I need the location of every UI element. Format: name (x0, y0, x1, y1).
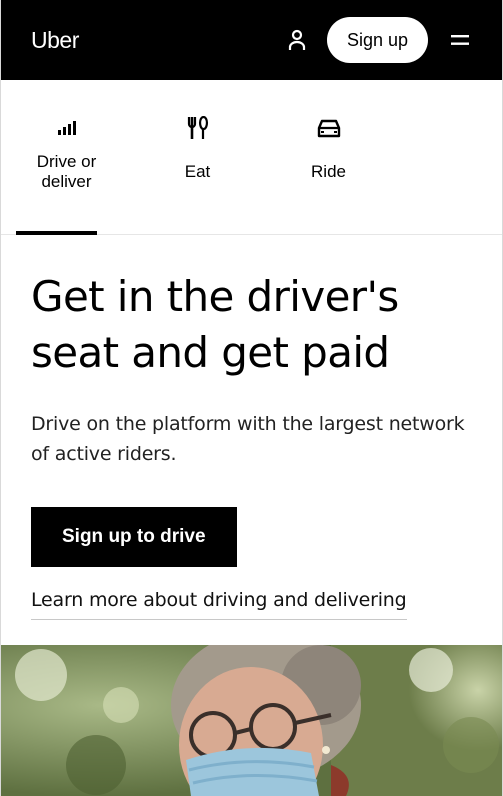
tab-ride[interactable]: Ride (263, 80, 394, 234)
hero-section: Get in the driver's seat and get paid Dr… (1, 269, 502, 620)
hero-headline: Get in the driver's seat and get paid (31, 272, 399, 377)
tab-label: Drive or deliver (36, 152, 97, 191)
top-actions: Sign up (283, 17, 474, 63)
signup-button[interactable]: Sign up (326, 17, 428, 63)
learn-more-link[interactable]: Learn more about driving and delivering (31, 589, 407, 620)
category-tabs: Drive or deliver Eat Ride (1, 80, 502, 235)
person-icon[interactable] (283, 26, 311, 54)
uber-logo[interactable]: Uber (31, 27, 79, 54)
hamburger-menu-icon[interactable] (446, 26, 474, 54)
tab-drive-or-deliver[interactable]: Drive or deliver (1, 80, 132, 235)
fork-knife-icon (187, 115, 209, 141)
tab-eat[interactable]: Eat (132, 80, 263, 234)
top-nav-bar: Uber Sign up (1, 0, 502, 80)
page: Uber Sign up Drive or deliver Eat Ride G… (0, 0, 503, 796)
tab-label: Ride (311, 162, 346, 181)
car-icon (317, 115, 341, 141)
signup-to-drive-button[interactable]: Sign up to drive (31, 507, 237, 567)
tab-label: Eat (184, 162, 211, 181)
active-tab-indicator (16, 231, 97, 235)
hero-photo (1, 645, 502, 796)
hero-subtext: Drive on the platform with the largest n… (31, 413, 465, 465)
signal-bars-icon (57, 115, 77, 141)
